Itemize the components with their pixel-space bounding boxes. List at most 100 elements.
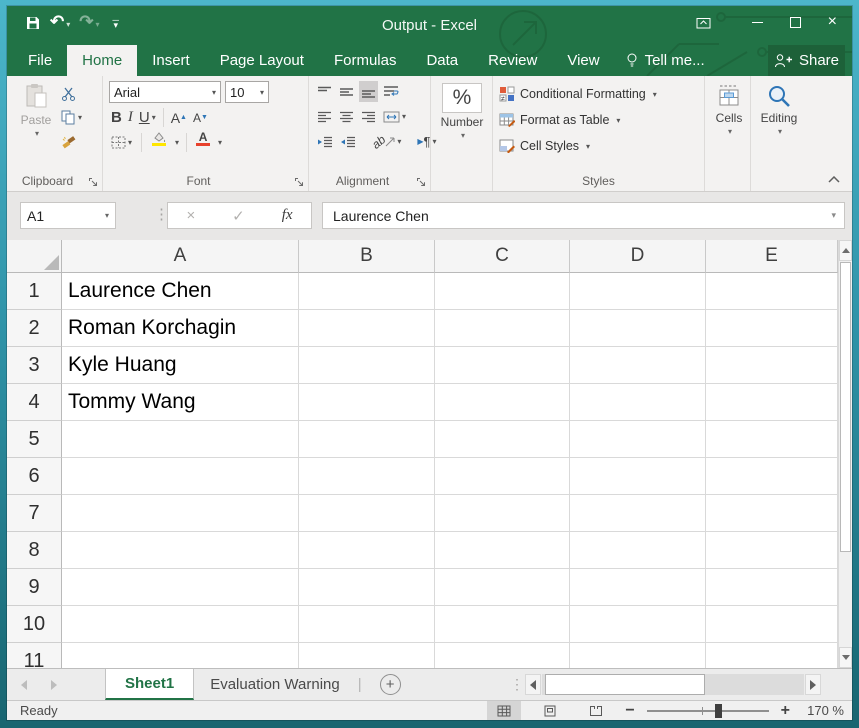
row-header[interactable]: 2: [7, 310, 62, 347]
cell[interactable]: [299, 495, 435, 532]
tab-data[interactable]: Data: [411, 45, 473, 76]
cell[interactable]: [435, 495, 570, 532]
cell-a1[interactable]: Laurence Chen: [62, 273, 299, 310]
cell[interactable]: [299, 532, 435, 569]
zoom-out-button[interactable]: −: [625, 703, 634, 719]
align-right-button[interactable]: [359, 106, 378, 127]
format-painter-button[interactable]: [59, 131, 84, 152]
sheet-tab-evaluation-warning[interactable]: Evaluation Warning: [194, 669, 356, 700]
cell[interactable]: [435, 273, 570, 310]
decrease-indent-button[interactable]: [315, 131, 335, 152]
zoom-slider[interactable]: [647, 710, 769, 712]
row-header[interactable]: 1: [7, 273, 62, 310]
align-middle-button[interactable]: [337, 81, 356, 102]
cell[interactable]: [435, 606, 570, 643]
align-center-button[interactable]: [337, 106, 356, 127]
tell-me-box[interactable]: Tell me...: [615, 45, 715, 76]
italic-button[interactable]: I: [126, 107, 135, 128]
confirm-entry-button[interactable]: ✓: [232, 207, 245, 225]
cell[interactable]: [570, 569, 706, 606]
page-break-view-button[interactable]: [579, 701, 613, 720]
sheet-tab-sheet1[interactable]: Sheet1: [105, 669, 194, 700]
vertical-scrollbar-thumb[interactable]: [840, 262, 851, 552]
cell[interactable]: [435, 643, 570, 668]
vertical-scrollbar[interactable]: [838, 240, 852, 668]
tab-formulas[interactable]: Formulas: [319, 45, 412, 76]
cell[interactable]: [299, 310, 435, 347]
cell[interactable]: [62, 643, 299, 668]
cell[interactable]: [299, 384, 435, 421]
cell[interactable]: [570, 273, 706, 310]
increase-indent-button[interactable]: [338, 131, 358, 152]
zoom-slider-thumb[interactable]: [715, 704, 722, 718]
number-format-button[interactable]: % Number ▾: [437, 81, 487, 140]
cell[interactable]: [706, 532, 838, 569]
merge-center-button[interactable]: ▾: [381, 106, 408, 127]
wrap-text-button[interactable]: [381, 81, 401, 102]
align-left-button[interactable]: [315, 106, 334, 127]
new-sheet-button[interactable]: +: [380, 674, 401, 695]
row-header[interactable]: 4: [7, 384, 62, 421]
cell[interactable]: [62, 569, 299, 606]
cell-a4[interactable]: Tommy Wang: [62, 384, 299, 421]
cell[interactable]: [435, 310, 570, 347]
cell[interactable]: [706, 421, 838, 458]
cell[interactable]: [570, 606, 706, 643]
cell[interactable]: [706, 495, 838, 532]
close-button[interactable]: ×: [828, 14, 837, 30]
copy-button[interactable]: ▾: [59, 107, 84, 128]
cell[interactable]: [706, 384, 838, 421]
cell[interactable]: [435, 347, 570, 384]
cell[interactable]: [62, 421, 299, 458]
bold-button[interactable]: B: [109, 107, 124, 128]
save-button[interactable]: [25, 15, 41, 31]
horizontal-scrollbar-thumb[interactable]: [545, 674, 705, 695]
row-header[interactable]: 3: [7, 347, 62, 384]
underline-button[interactable]: U▾: [137, 107, 158, 128]
tab-page-layout[interactable]: Page Layout: [205, 45, 319, 76]
column-header-b[interactable]: B: [299, 240, 435, 273]
font-color-button[interactable]: A: [194, 132, 212, 153]
row-header[interactable]: 7: [7, 495, 62, 532]
cell[interactable]: [299, 643, 435, 668]
cell[interactable]: [706, 569, 838, 606]
font-name-select[interactable]: Arial▾: [109, 81, 221, 103]
cell[interactable]: [62, 606, 299, 643]
align-bottom-button[interactable]: [359, 81, 378, 102]
borders-button[interactable]: ▾: [109, 132, 134, 153]
conditional-formatting-button[interactable]: ≠ Conditional Formatting ▾: [499, 81, 700, 107]
cell[interactable]: [570, 532, 706, 569]
orientation-button[interactable]: ab ▾: [370, 131, 403, 152]
row-header[interactable]: 10: [7, 606, 62, 643]
alignment-dialog-launcher[interactable]: [416, 177, 426, 187]
cell[interactable]: [570, 384, 706, 421]
cell[interactable]: [299, 273, 435, 310]
font-dialog-launcher[interactable]: [294, 177, 304, 187]
tab-file[interactable]: File: [13, 45, 67, 76]
scroll-down-button[interactable]: [839, 647, 852, 668]
format-as-table-button[interactable]: Format as Table ▾: [499, 107, 700, 133]
tab-review[interactable]: Review: [473, 45, 552, 76]
name-box[interactable]: A1▾: [20, 202, 116, 229]
cell[interactable]: [570, 643, 706, 668]
cell[interactable]: [570, 495, 706, 532]
minimize-button[interactable]: [752, 22, 763, 23]
fill-color-button[interactable]: [149, 132, 169, 153]
collapse-ribbon-button[interactable]: [828, 176, 840, 183]
scroll-left-button[interactable]: [525, 674, 541, 695]
cell[interactable]: [435, 421, 570, 458]
cell[interactable]: [299, 606, 435, 643]
row-header[interactable]: 5: [7, 421, 62, 458]
cell[interactable]: [62, 458, 299, 495]
horizontal-scrollbar[interactable]: [542, 674, 804, 695]
row-header[interactable]: 8: [7, 532, 62, 569]
ribbon-display-options-button[interactable]: [696, 16, 711, 29]
share-button[interactable]: Share: [768, 45, 845, 76]
cell[interactable]: [62, 495, 299, 532]
cell[interactable]: [570, 310, 706, 347]
clipboard-dialog-launcher[interactable]: [88, 177, 98, 187]
scroll-right-button[interactable]: [805, 674, 821, 695]
scroll-up-button[interactable]: [839, 240, 852, 261]
tab-scroll-splitter[interactable]: ⋮: [510, 676, 524, 693]
page-layout-view-button[interactable]: [533, 701, 567, 720]
